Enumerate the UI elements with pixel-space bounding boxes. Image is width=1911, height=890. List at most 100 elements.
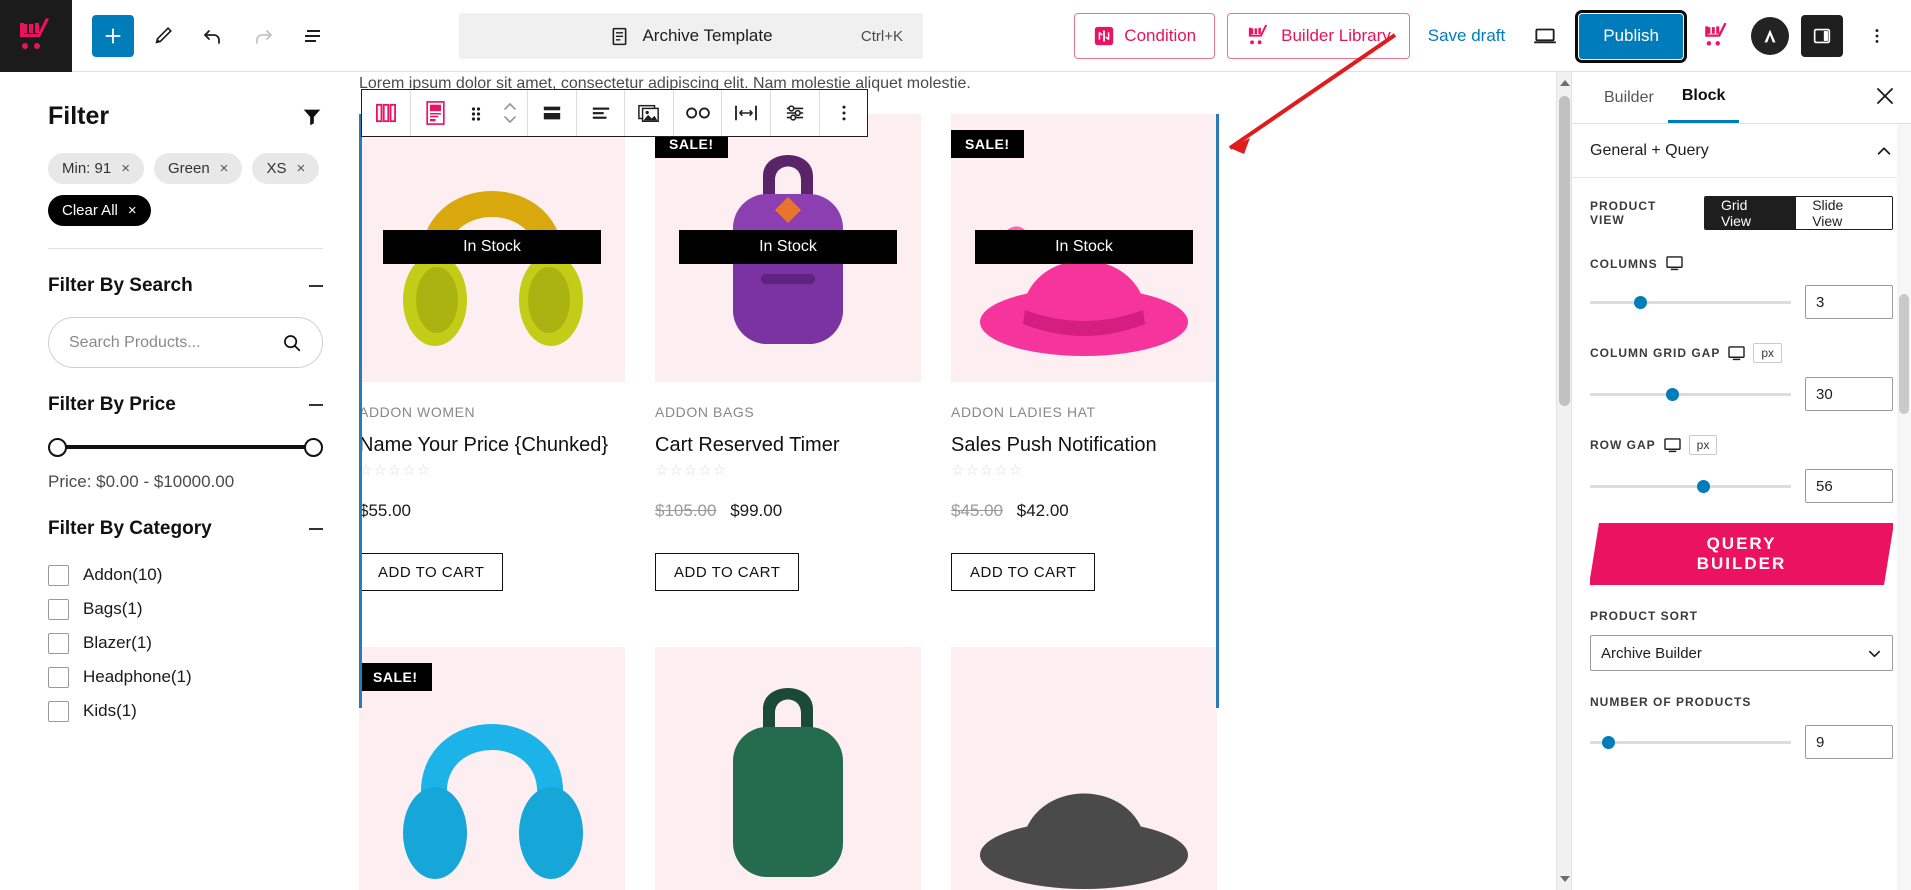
product-category[interactable]: ADDON WOMEN	[359, 404, 625, 420]
category-item[interactable]: Addon(10)	[48, 558, 323, 592]
slider-handle[interactable]	[1666, 388, 1680, 401]
desktop-icon[interactable]	[1728, 345, 1746, 361]
product-image[interactable]: SALE! In Stock	[951, 114, 1217, 382]
row-gap-slider[interactable]	[1590, 477, 1791, 495]
category-checkbox[interactable]	[48, 666, 69, 688]
link-icon[interactable]	[673, 90, 721, 136]
column-grid-gap-slider[interactable]	[1590, 385, 1791, 403]
filter-settings-icon[interactable]	[771, 90, 819, 136]
preview-device-button[interactable]	[1523, 14, 1567, 58]
product-card[interactable]: SALE!	[359, 647, 625, 890]
category-checkbox[interactable]	[48, 564, 69, 586]
align-block-icon[interactable]	[528, 90, 576, 136]
columns-slider[interactable]	[1590, 293, 1791, 311]
edit-tool-button[interactable]	[142, 15, 184, 57]
chevron-up-icon[interactable]	[1875, 142, 1893, 160]
category-item[interactable]: Blazer(1)	[48, 626, 323, 660]
category-checkbox[interactable]	[48, 700, 69, 722]
product-name[interactable]: Cart Reserved Timer	[655, 434, 921, 457]
collapse-icon[interactable]	[309, 528, 323, 530]
grid-view-option[interactable]: Grid View	[1704, 197, 1797, 229]
scroll-up-icon[interactable]	[1560, 80, 1570, 86]
product-grid-block-icon[interactable]	[411, 90, 459, 136]
product-category[interactable]: ADDON LADIES HAT	[951, 404, 1217, 420]
slider-handle[interactable]	[1602, 736, 1616, 749]
settings-panel-toggle[interactable]	[1801, 15, 1843, 57]
desktop-icon[interactable]	[1663, 437, 1681, 453]
close-sidebar-button[interactable]	[1875, 86, 1895, 111]
slider-handle[interactable]	[1634, 296, 1648, 309]
product-card[interactable]	[655, 647, 921, 890]
product-name[interactable]: Name Your Price {Chunked}	[359, 434, 625, 457]
category-item[interactable]: Headphone(1)	[48, 660, 323, 694]
clear-all-button[interactable]: Clear All ×	[48, 195, 151, 226]
image-settings-icon[interactable]	[625, 90, 673, 136]
row-gap-value-input[interactable]: 56	[1805, 469, 1893, 503]
category-item[interactable]: Kids(1)	[48, 694, 323, 728]
wopb-settings-button[interactable]	[1695, 14, 1739, 58]
app-logo[interactable]	[0, 0, 72, 72]
drag-handle-icon[interactable]	[459, 90, 493, 136]
query-builder-banner[interactable]: QUERY BUILDER	[1590, 523, 1893, 585]
canvas-scrollbar-thumb[interactable]	[1559, 96, 1570, 406]
undo-button[interactable]	[192, 15, 234, 57]
astra-logo-icon[interactable]	[1751, 17, 1789, 55]
product-name[interactable]: Sales Push Notification	[951, 434, 1217, 457]
clear-all-remove-icon[interactable]: ×	[128, 202, 137, 219]
price-range-slider[interactable]	[48, 438, 323, 458]
canvas-scrollbar[interactable]	[1556, 72, 1571, 890]
product-image[interactable]: SALE!	[359, 647, 625, 890]
tab-builder[interactable]: Builder	[1590, 72, 1668, 123]
collapse-icon[interactable]	[309, 404, 323, 406]
search-input[interactable]	[69, 333, 282, 352]
add-to-cart-button[interactable]: ADD TO CART	[359, 553, 504, 591]
columns-value-input[interactable]: 3	[1805, 285, 1893, 319]
price-range-max-handle[interactable]	[304, 438, 323, 457]
category-item[interactable]: Bags(1)	[48, 592, 323, 626]
category-checkbox[interactable]	[48, 632, 69, 654]
product-card[interactable]	[951, 647, 1217, 890]
slide-view-option[interactable]: Slide View	[1796, 197, 1892, 229]
redo-button[interactable]	[242, 15, 284, 57]
filter-search-header[interactable]: Filter By Search	[48, 275, 323, 297]
add-to-cart-button[interactable]: ADD TO CART	[951, 553, 1096, 591]
tab-block[interactable]: Block	[1667, 72, 1740, 123]
column-grid-gap-value-input[interactable]: 30	[1805, 377, 1893, 411]
slider-handle[interactable]	[1696, 480, 1710, 493]
more-options-button[interactable]	[1855, 14, 1899, 58]
more-options-icon[interactable]	[819, 90, 867, 136]
builder-library-button[interactable]: Builder Library	[1227, 13, 1410, 59]
filter-chip[interactable]: Green ×	[153, 153, 243, 184]
chip-remove-icon[interactable]: ×	[296, 160, 305, 177]
column-grid-gap-unit[interactable]: px	[1753, 343, 1783, 363]
filter-category-header[interactable]: Filter By Category	[48, 518, 323, 540]
collapse-icon[interactable]	[309, 285, 323, 287]
scroll-down-icon[interactable]	[1560, 876, 1570, 882]
search-products-field[interactable]	[48, 317, 323, 368]
filter-chip[interactable]: XS ×	[252, 153, 320, 184]
row-gap-unit[interactable]: px	[1688, 435, 1718, 455]
save-draft-button[interactable]: Save draft	[1422, 26, 1512, 46]
product-card[interactable]: SALE! In Stock ADDON BAGS Cart Reserved …	[655, 114, 921, 591]
number-of-products-value-input[interactable]: 9	[1805, 725, 1893, 759]
price-range-min-handle[interactable]	[48, 438, 67, 457]
product-sort-select[interactable]: Archive Builder	[1590, 635, 1893, 671]
add-block-button[interactable]	[92, 14, 134, 57]
publish-button[interactable]: Publish	[1575, 9, 1687, 63]
add-to-cart-button[interactable]: ADD TO CART	[655, 553, 800, 591]
product-image[interactable]: SALE! In Stock	[655, 114, 921, 382]
move-updown-icon[interactable]	[493, 90, 527, 136]
category-checkbox[interactable]	[48, 598, 69, 620]
general-query-section-header[interactable]: General + Query	[1572, 124, 1911, 178]
product-card[interactable]: In Stock ADDON WOMEN Name Your Price {Ch…	[359, 114, 625, 591]
document-overview-button[interactable]	[292, 15, 334, 57]
sidebar-scrollbar[interactable]	[1897, 124, 1911, 890]
filter-chip[interactable]: Min: 91 ×	[48, 153, 144, 184]
product-view-toggle[interactable]: Grid View Slide View	[1703, 196, 1893, 230]
chip-remove-icon[interactable]: ×	[121, 160, 130, 177]
chip-remove-icon[interactable]: ×	[220, 160, 229, 177]
text-align-icon[interactable]	[576, 90, 624, 136]
columns-block-icon[interactable]	[362, 90, 410, 136]
product-category[interactable]: ADDON BAGS	[655, 404, 921, 420]
sidebar-scrollbar-thumb[interactable]	[1899, 294, 1909, 414]
